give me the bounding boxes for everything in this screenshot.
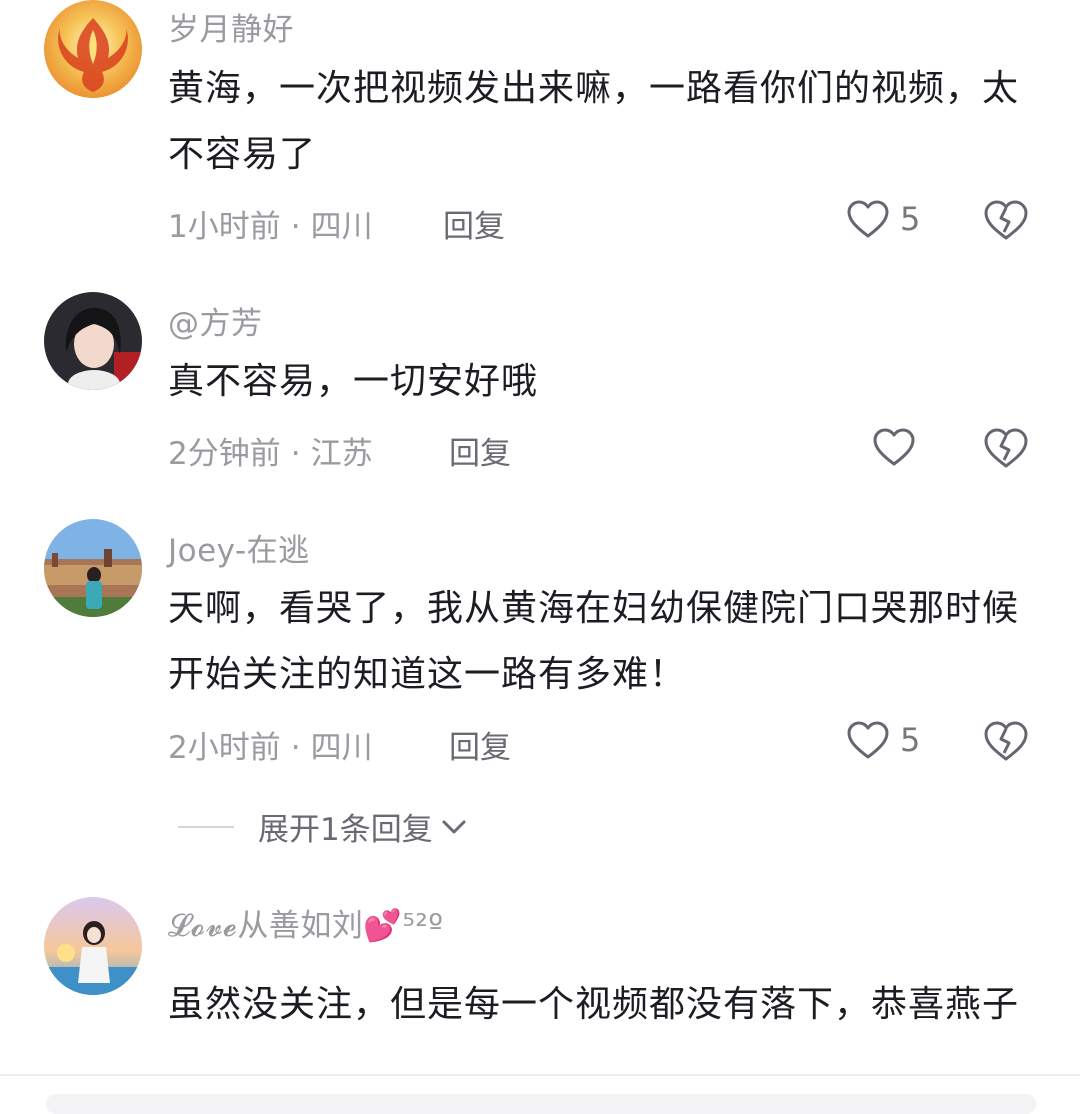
comment-time: 2分钟前 — [168, 436, 281, 472]
comment-text: 天啊，看哭了，我从黄海在妇幼保健院门口哭那时候开始关注的知道这一路有多难！ — [168, 588, 1020, 695]
reply-button[interactable]: 回复 — [449, 722, 511, 767]
comment-text: 虽然没关注，但是每一个视频都没有落下，恭喜燕子 — [168, 984, 1020, 1025]
user-avatar[interactable] — [44, 519, 142, 617]
heart-outline-icon — [847, 200, 889, 238]
dislike-button[interactable] — [983, 199, 1029, 241]
comment-meta: 1小时前 · 四川 — [168, 201, 373, 246]
meta-separator: · — [290, 209, 301, 245]
comment-text: 真不容易，一切安好哦 — [168, 361, 539, 402]
phoenix-avatar-icon — [44, 0, 142, 98]
comment-meta: 2分钟前 · 江苏 — [168, 428, 373, 473]
dislike-button[interactable] — [983, 720, 1029, 762]
comment-time: 2小时前 — [168, 730, 281, 766]
meta-separator: · — [290, 730, 301, 766]
like-count: 5 — [900, 721, 921, 759]
comment-location: 四川 — [310, 209, 373, 245]
comment-username[interactable]: Joey-在逃 — [168, 525, 310, 570]
anime-girl-sunset-avatar-icon — [44, 897, 142, 995]
woman-portrait-avatar-icon — [44, 292, 142, 390]
meta-separator: · — [290, 436, 301, 472]
expand-replies-button[interactable]: 展开1条回复 — [178, 804, 469, 849]
user-avatar[interactable] — [44, 0, 142, 98]
comment-text: 黄海，一次把视频发出来嘛，一路看你们的视频，太不容易了 — [168, 68, 1020, 175]
heart-outline-icon — [873, 428, 915, 466]
divider — [0, 1074, 1080, 1076]
comment-meta: 2小时前 · 四川 — [168, 722, 373, 767]
like-button[interactable]: 5 — [846, 199, 920, 239]
reply-button[interactable]: 回复 — [443, 201, 505, 246]
comment-time: 1小时前 — [168, 209, 281, 245]
like-count: 5 — [900, 200, 921, 238]
like-button[interactable] — [872, 427, 926, 467]
comment-username[interactable]: 岁月静好 — [168, 4, 294, 49]
user-avatar[interactable] — [44, 292, 142, 390]
comment-input-bar[interactable] — [46, 1094, 1036, 1114]
comment-location: 四川 — [310, 730, 373, 766]
expand-replies-label: 展开1条回复 — [258, 812, 433, 848]
comment-username[interactable]: @方芳 — [168, 298, 263, 343]
heart-outline-icon — [847, 721, 889, 759]
reply-button[interactable]: 回复 — [449, 428, 511, 473]
user-avatar[interactable] — [44, 897, 142, 995]
broken-heart-icon — [984, 200, 1028, 240]
comment-username[interactable]: 𝓛𝓸𝓿𝓮从善如刘💕⁵²º — [168, 900, 443, 945]
broken-heart-icon — [984, 428, 1028, 468]
broken-heart-icon — [984, 721, 1028, 761]
expand-divider — [178, 825, 234, 828]
travel-photo-avatar-icon — [44, 519, 142, 617]
comment-location: 江苏 — [310, 436, 373, 472]
dislike-button[interactable] — [983, 427, 1029, 469]
like-button[interactable]: 5 — [846, 720, 920, 760]
chevron-down-icon — [442, 820, 466, 833]
scroll-fade — [0, 1058, 1080, 1074]
